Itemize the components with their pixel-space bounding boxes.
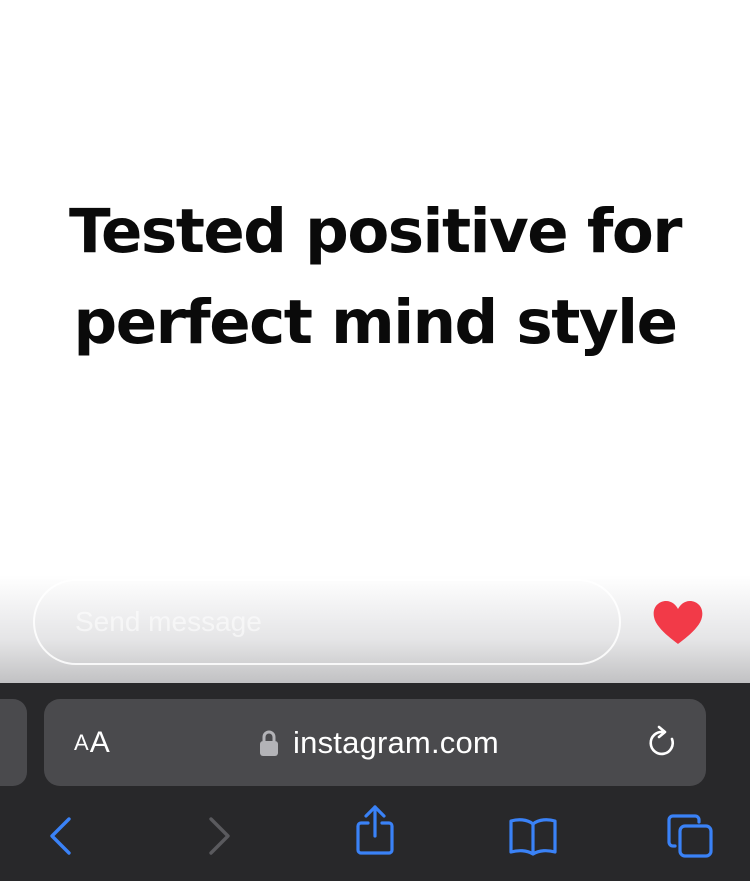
message-placeholder: Send message <box>75 606 262 637</box>
address-bar[interactable]: AA instagram.com <box>44 699 706 786</box>
lock-icon <box>260 730 279 756</box>
headline-line-2: perfect mind style <box>73 287 678 358</box>
text-size-button[interactable]: AA <box>74 699 110 786</box>
previous-tab-preview[interactable] <box>0 699 27 786</box>
tabs-icon <box>667 814 713 858</box>
url-display: instagram.com <box>44 699 706 786</box>
browser-toolbar: AA instagram.com <box>0 683 750 881</box>
share-icon <box>356 805 394 855</box>
chevron-right-icon <box>209 817 230 855</box>
bookmarks-button[interactable] <box>506 813 560 859</box>
reload-icon[interactable] <box>644 725 680 761</box>
back-button[interactable] <box>40 813 80 859</box>
send-message-input[interactable]: Send message <box>33 579 621 665</box>
tabs-button[interactable] <box>664 813 716 859</box>
forward-button[interactable] <box>200 813 240 859</box>
text-size-large-glyph: A <box>89 725 110 759</box>
headline-line-1: Tested positive for <box>69 196 682 267</box>
share-button[interactable] <box>352 805 398 855</box>
screen: Tested positive for perfect mind style S… <box>0 0 750 881</box>
url-text: instagram.com <box>293 724 499 760</box>
book-icon <box>509 818 557 856</box>
heart-icon[interactable] <box>652 600 704 646</box>
chevron-left-icon <box>50 817 71 855</box>
post-headline: Tested positive for perfect mind style <box>0 186 750 368</box>
text-size-small-glyph: A <box>74 729 89 755</box>
